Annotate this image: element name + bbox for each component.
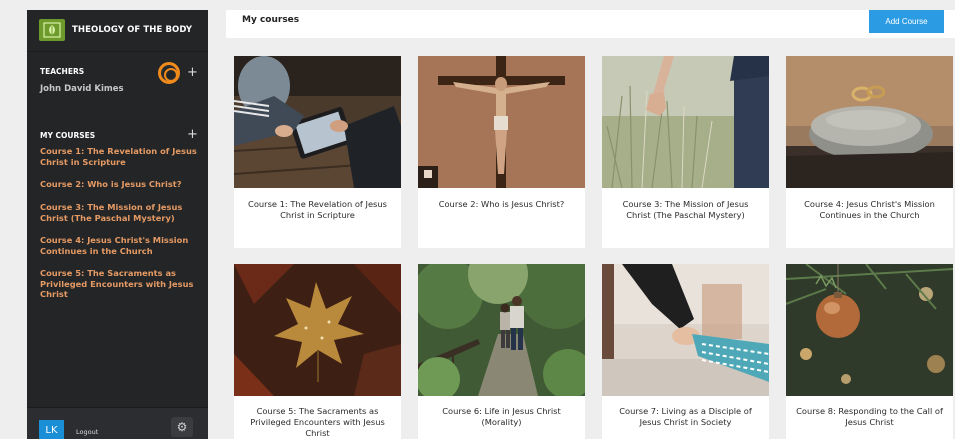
course-image-crucifix [418,56,585,188]
course-card-title: Course 2: Who is Jesus Christ? [438,199,565,209]
course-card[interactable]: Course 7: Living as a Disciple of Jesus … [602,264,769,439]
course-card-title: Course 6: Life in Jesus Christ (Morality… [442,406,561,427]
sidebar-course-link[interactable]: Course 3: The Mission of Jesus Christ (T… [40,202,200,223]
course-image-rings-on-stone [786,56,953,188]
gear-icon[interactable]: ⚙ [171,417,193,437]
avatar[interactable]: LK [39,420,64,439]
course-card-title: Course 7: Living as a Disciple of Jesus … [619,406,752,427]
course-card[interactable]: Course 6: Life in Jesus Christ (Morality… [418,264,585,439]
notification-ring-icon[interactable] [158,62,180,84]
sidebar-course-link[interactable]: Course 1: The Revelation of Jesus Christ… [40,146,200,167]
sidebar-footer: LK Logout ⚙ [27,407,208,439]
course-card-title: Course 4: Jesus Christ's Mission Continu… [804,199,935,220]
course-image-study-group [234,56,401,188]
brand-title: THEOLOGY OF THE BODY [72,25,193,35]
course-card[interactable]: Course 8: Responding to the Call of Jesu… [786,264,953,439]
add-course-plus-icon[interactable]: + [187,128,198,141]
course-image-autumn-leaf [234,264,401,396]
course-card[interactable]: Course 3: The Mission of Jesus Christ (T… [602,56,769,248]
add-teacher-plus-icon[interactable]: + [187,66,198,79]
course-card-title: Course 8: Responding to the Call of Jesu… [796,406,943,427]
my-courses-heading: MY COURSES [40,131,96,140]
logout-link[interactable]: Logout [76,428,98,436]
add-course-button[interactable]: Add Course [869,10,944,33]
course-card[interactable]: Course 5: The Sacraments as Privileged E… [234,264,401,439]
course-image-holding-hands [602,264,769,396]
brand-header[interactable]: THEOLOGY OF THE BODY [27,10,208,52]
sidebar-course-link[interactable]: Course 2: Who is Jesus Christ? [40,179,200,190]
course-card-title: Course 3: The Mission of Jesus Christ (T… [622,199,749,220]
course-image-hand-in-grass [602,56,769,188]
course-card-title: Course 1: The Revelation of Jesus Christ… [248,199,387,220]
brand-logo-icon [39,19,65,41]
course-card[interactable]: Course 1: The Revelation of Jesus Christ… [234,56,401,248]
page-title: My courses [242,15,300,25]
teachers-heading: TEACHERS [40,67,85,76]
sidebar: THEOLOGY OF THE BODY TEACHERS + John Dav… [27,10,208,439]
course-card[interactable]: Course 4: Jesus Christ's Mission Continu… [786,56,953,248]
teacher-name[interactable]: John David Kimes [40,84,124,94]
course-card-title: Course 5: The Sacraments as Privileged E… [250,406,385,438]
course-image-christmas-ornament [786,264,953,396]
sidebar-course-link[interactable]: Course 5: The Sacraments as Privileged E… [40,268,200,300]
course-card[interactable]: Course 2: Who is Jesus Christ? [418,56,585,248]
main-header: My courses Add Course [226,10,955,38]
course-image-forest-path [418,264,585,396]
sidebar-course-link[interactable]: Course 4: Jesus Christ's Mission Continu… [40,235,200,256]
